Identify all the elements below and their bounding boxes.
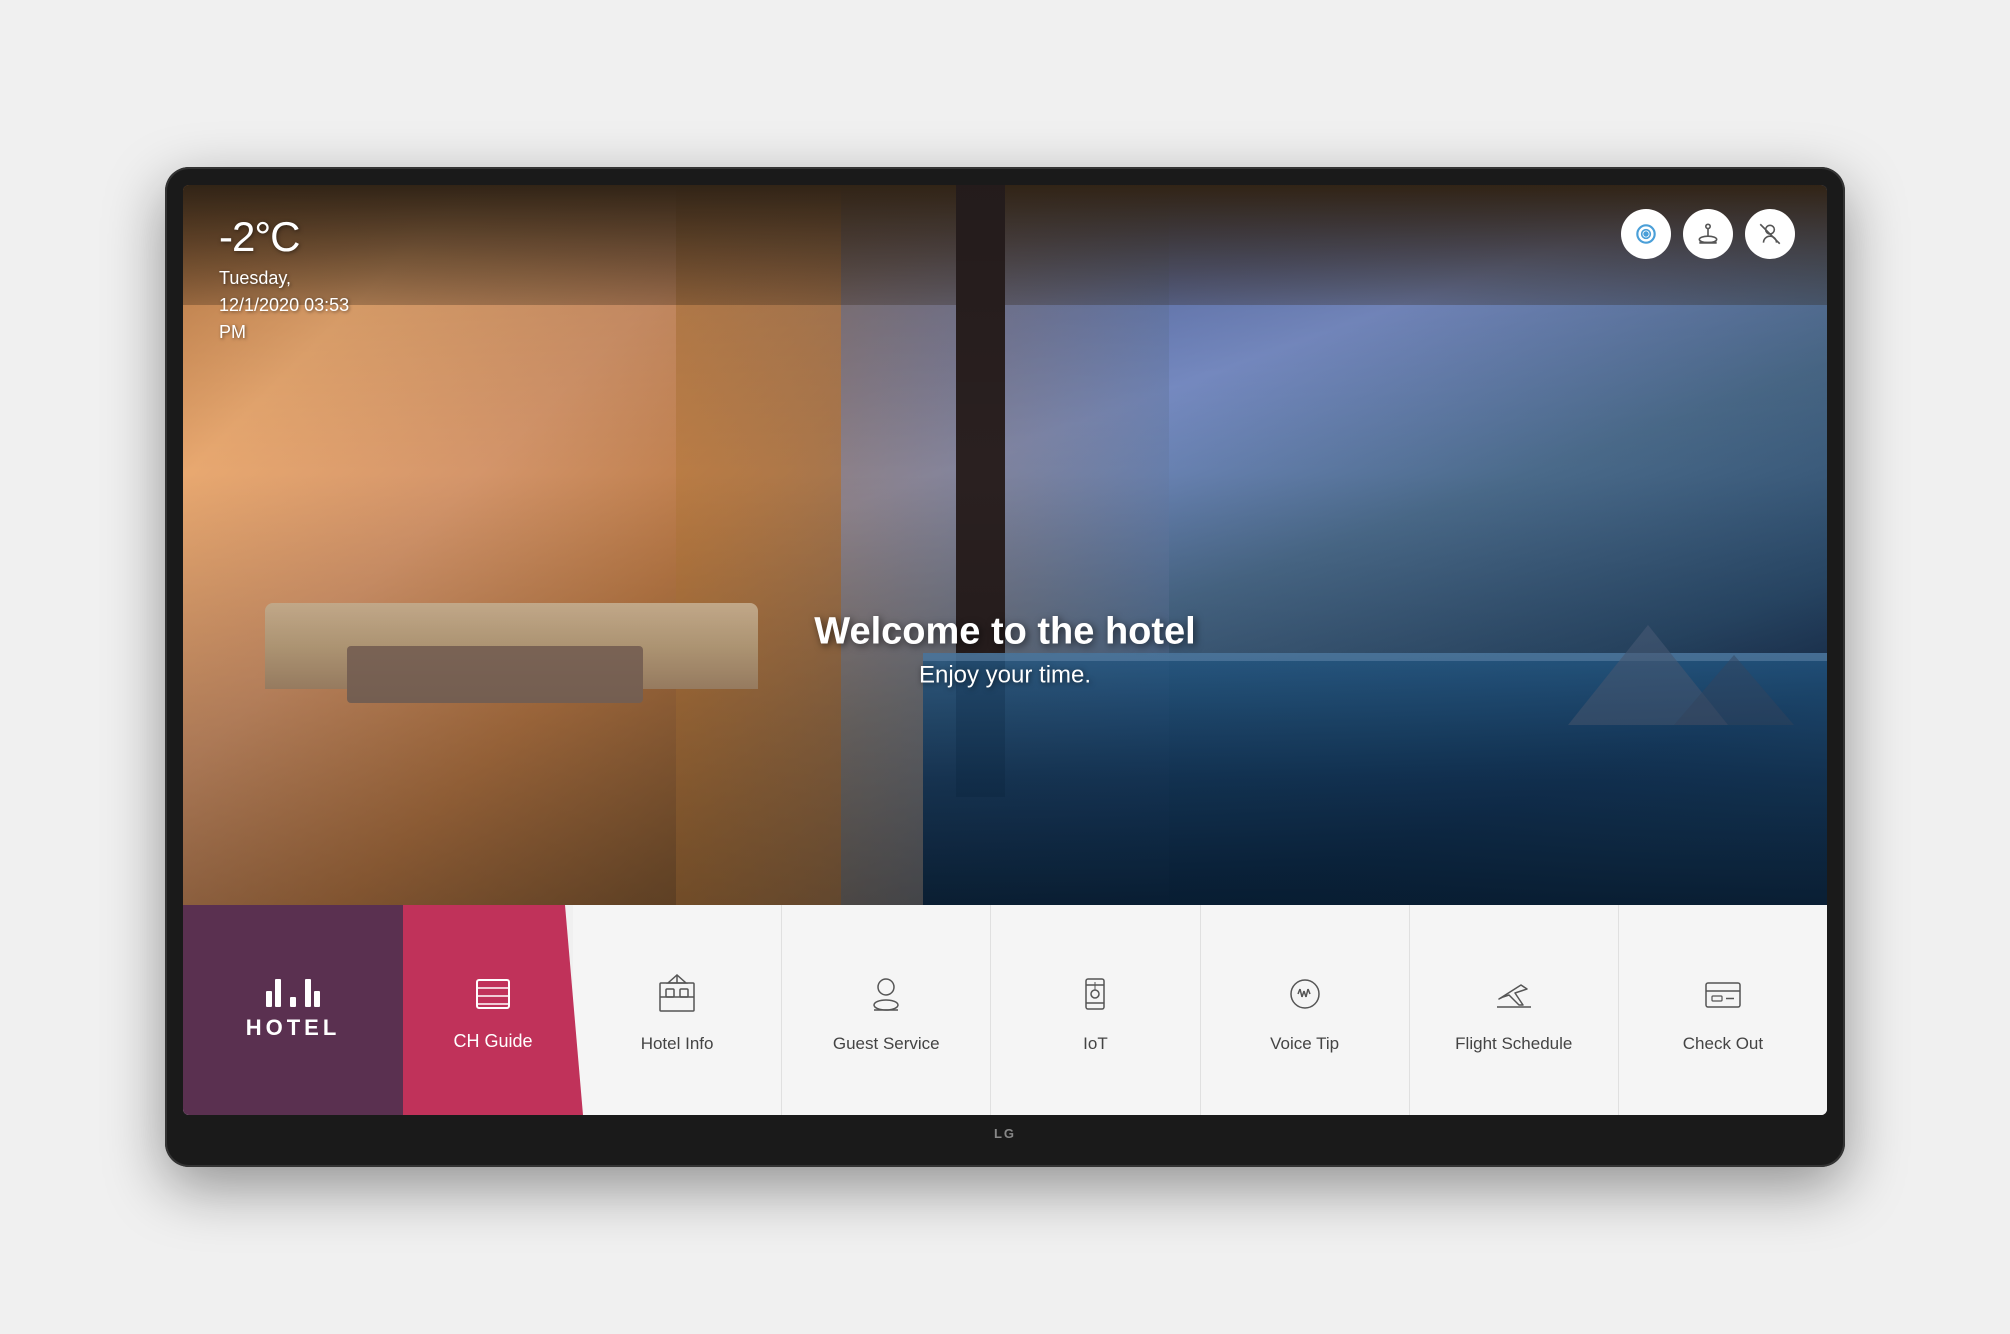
check-out-icon-wrap (1695, 966, 1751, 1022)
check-out-icon (1698, 969, 1748, 1019)
hotel-info-icon (652, 969, 702, 1019)
temperature-display: -2°C (219, 213, 349, 261)
lg-brand-logo: LG (994, 1126, 1016, 1141)
check-out-label: Check Out (1683, 1034, 1763, 1054)
alexa-button[interactable] (1621, 209, 1671, 259)
ch-guide-label: CH Guide (453, 1031, 532, 1052)
voice-tip-label: Voice Tip (1270, 1034, 1339, 1054)
guest-service-label: Guest Service (833, 1034, 940, 1054)
menu-item-guest-service[interactable]: Guest Service (782, 905, 991, 1115)
flight-schedule-icon-wrap (1486, 966, 1542, 1022)
service-icon (1695, 221, 1721, 247)
dnd-button[interactable] (1745, 209, 1795, 259)
ch-guide-icon-wrap (465, 969, 521, 1019)
welcome-message: Welcome to the hotel Enjoy your time. (814, 611, 1195, 690)
welcome-title: Welcome to the hotel (814, 611, 1195, 654)
ch-guide-icon (469, 970, 517, 1018)
flight-schedule-icon (1489, 969, 1539, 1019)
datetime-display: Tuesday, 12/1/2020 03:53 PM (219, 265, 349, 346)
guest-service-icon-wrap (858, 966, 914, 1022)
menu-bar: HOTEL CH Guide (183, 905, 1827, 1115)
top-action-icons (1621, 209, 1795, 259)
welcome-subtitle: Enjoy your time. (814, 662, 1195, 690)
menu-item-iot[interactable]: IoT (991, 905, 1200, 1115)
iot-icon-wrap (1067, 966, 1123, 1022)
menu-item-ch-guide[interactable]: CH Guide (403, 905, 583, 1115)
alexa-icon (1633, 221, 1659, 247)
flight-schedule-label: Flight Schedule (1455, 1034, 1572, 1054)
tv-bottom-bar: LG (183, 1119, 1827, 1147)
dnd-icon (1757, 221, 1783, 247)
hotel-brand-name: HOTEL (246, 1015, 341, 1041)
menu-item-voice-tip[interactable]: Voice Tip (1201, 905, 1410, 1115)
menu-items-container: Hotel Info Guest Service (573, 905, 1827, 1115)
hotel-info-label: Hotel Info (641, 1034, 714, 1054)
menu-item-flight-schedule[interactable]: Flight Schedule (1410, 905, 1619, 1115)
voice-tip-icon (1280, 969, 1330, 1019)
weather-widget: -2°C Tuesday, 12/1/2020 03:53 PM (219, 213, 349, 346)
hotel-brand: HOTEL (183, 905, 403, 1115)
iot-icon (1070, 969, 1120, 1019)
hotel-info-icon-wrap (649, 966, 705, 1022)
tv-frame: -2°C Tuesday, 12/1/2020 03:53 PM (165, 167, 1845, 1167)
service-button[interactable] (1683, 209, 1733, 259)
tv-screen: -2°C Tuesday, 12/1/2020 03:53 PM (183, 185, 1827, 1115)
guest-service-icon (861, 969, 911, 1019)
voice-tip-icon-wrap (1277, 966, 1333, 1022)
hotel-logo-icon (266, 979, 320, 1007)
iot-label: IoT (1083, 1034, 1108, 1054)
menu-item-hotel-info[interactable]: Hotel Info (573, 905, 782, 1115)
menu-item-check-out[interactable]: Check Out (1619, 905, 1827, 1115)
